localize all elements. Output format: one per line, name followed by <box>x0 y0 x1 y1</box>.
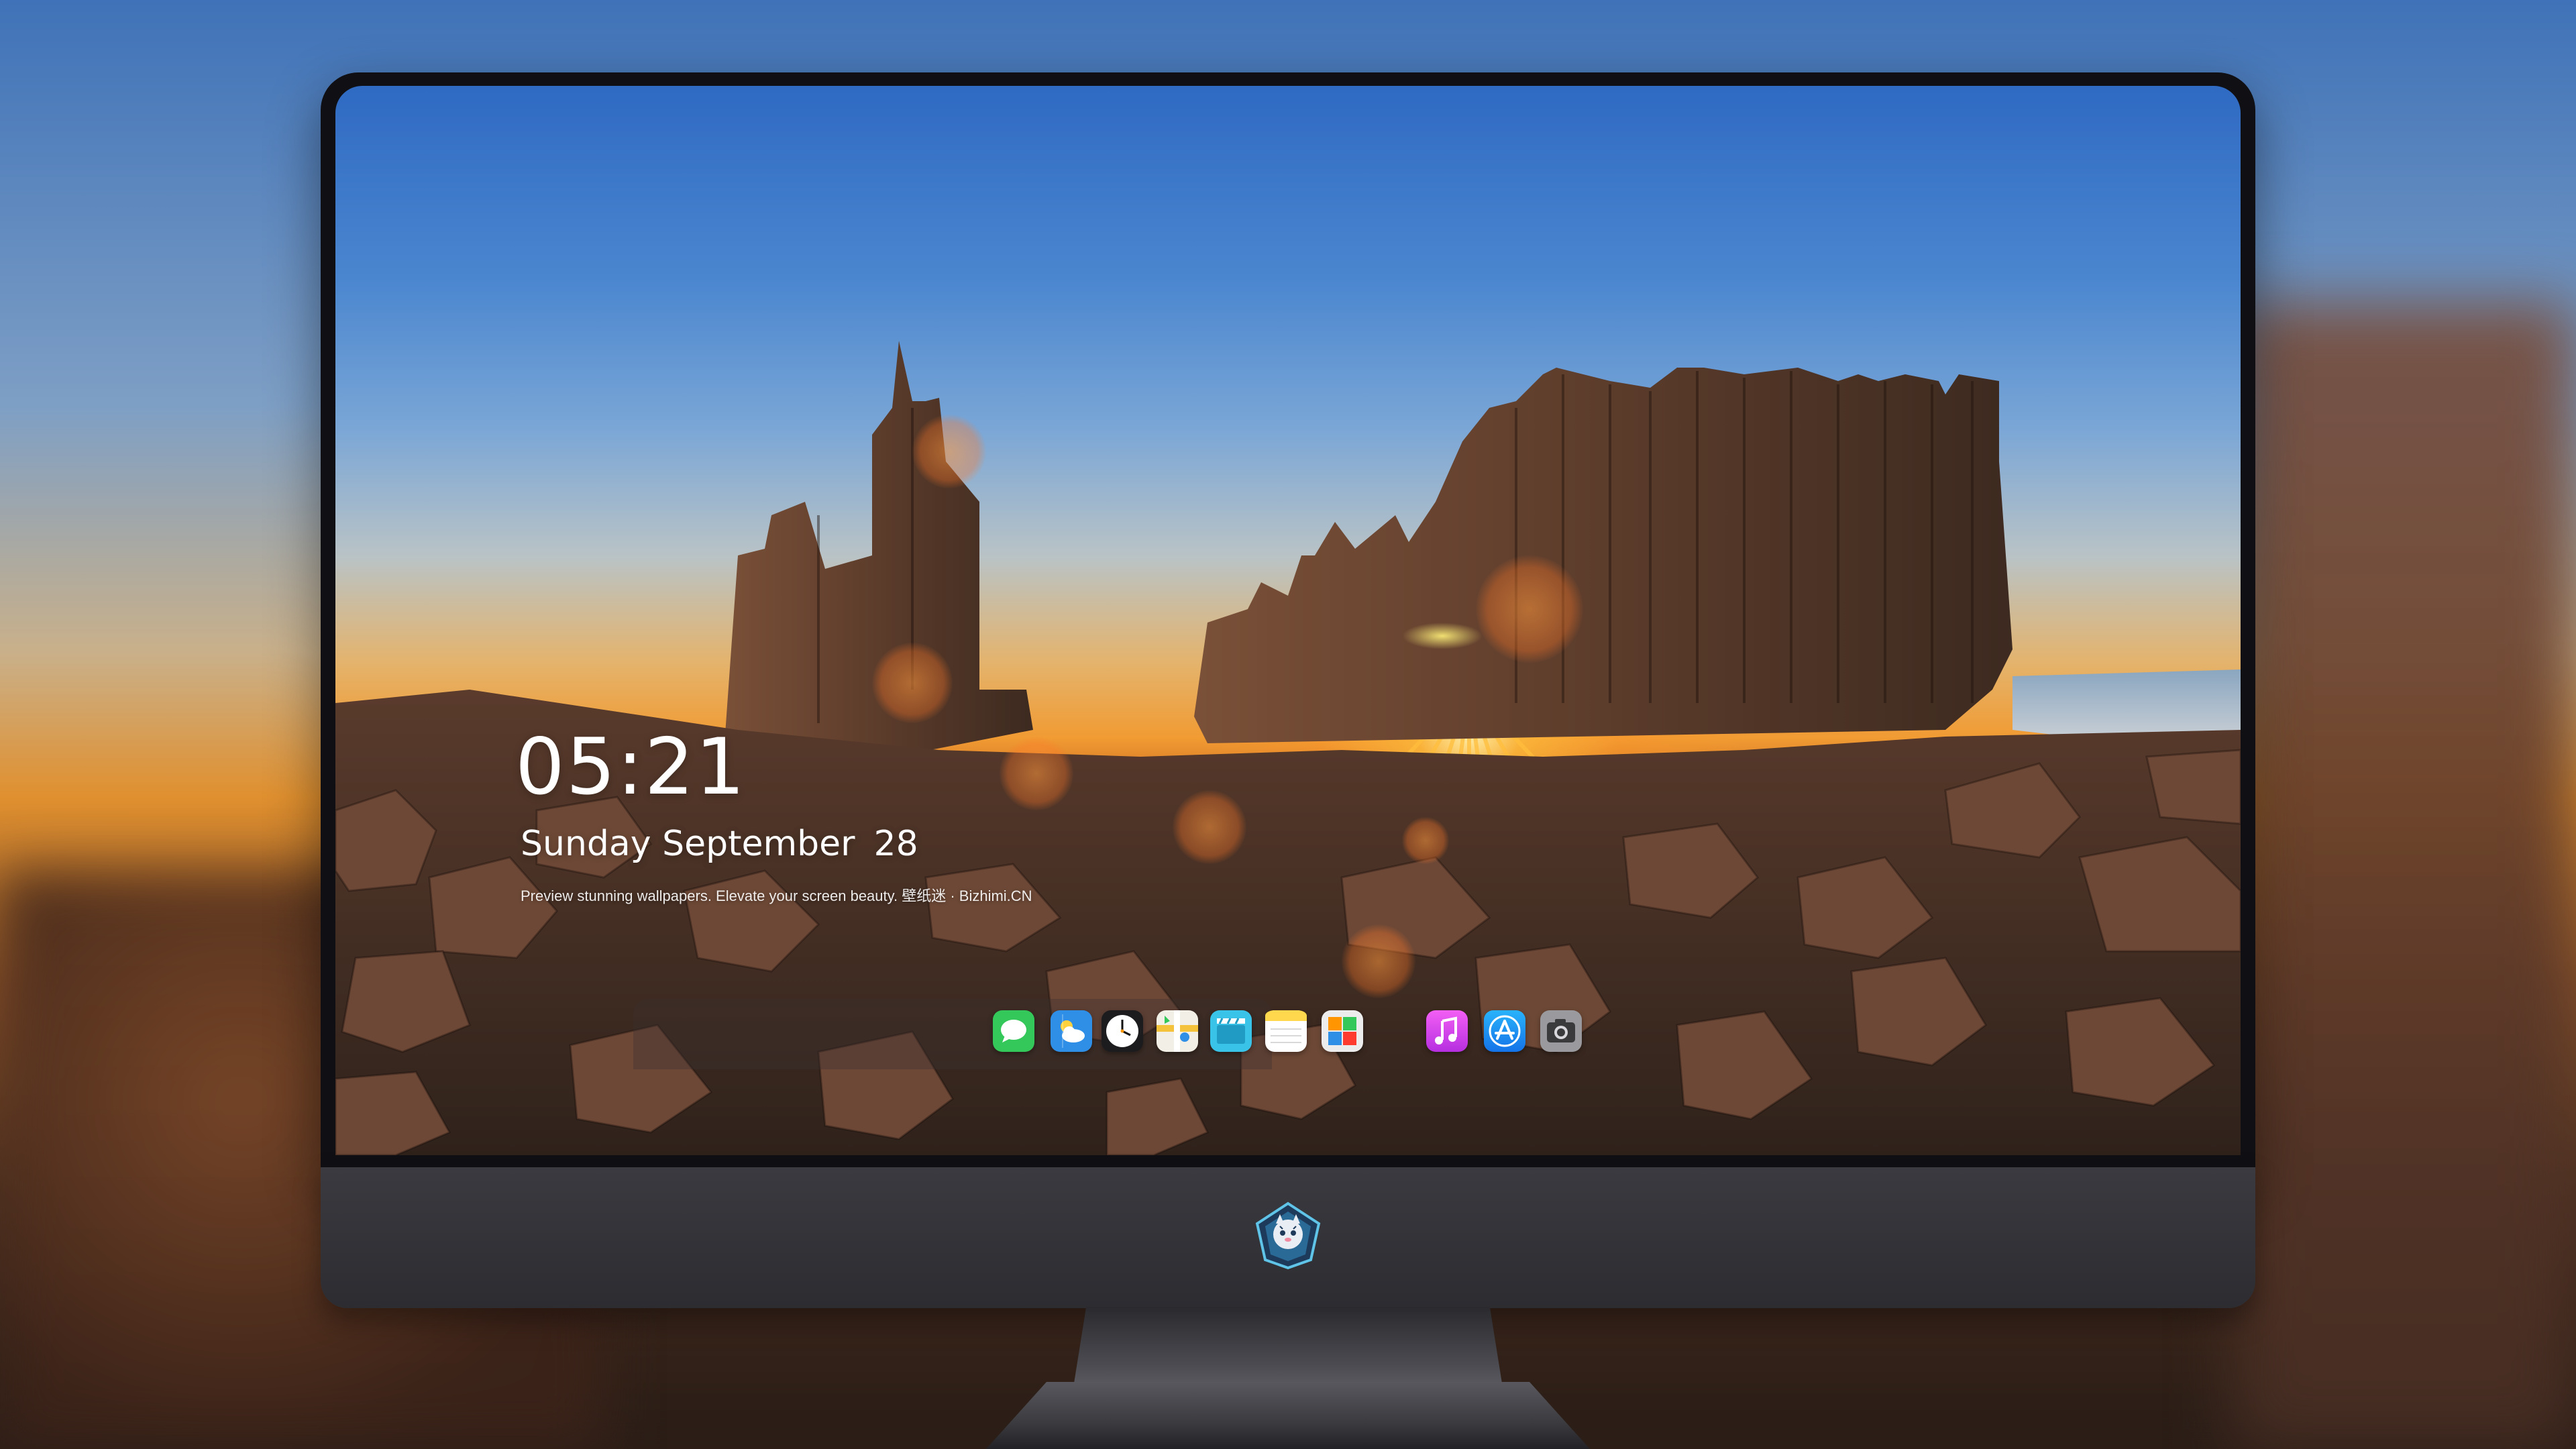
lens-flare <box>1402 817 1449 864</box>
clock-icon[interactable] <box>1102 1010 1143 1052</box>
lens-flare <box>912 415 986 488</box>
lens-flare <box>872 643 953 723</box>
maps-icon[interactable] <box>1157 1010 1198 1052</box>
camera-icon[interactable] <box>1540 1010 1582 1052</box>
music-icon[interactable] <box>1426 1010 1468 1052</box>
app-store-icon[interactable] <box>1484 1010 1525 1052</box>
monitor-screen: 05:21 Sunday September 28 Preview stunnin… <box>335 86 2241 1155</box>
lockscreen-date: Sunday September 28 <box>521 824 918 864</box>
date-day: 28 <box>873 824 918 864</box>
lens-flare <box>1173 790 1246 864</box>
rock-formations-scene <box>335 341 2241 1155</box>
monitor-stand-neck <box>1073 1307 1503 1387</box>
tiger-mascot-logo-icon <box>1255 1201 1321 1270</box>
weather-icon[interactable] <box>1051 1010 1092 1052</box>
date-weekday-month: Sunday September <box>521 824 855 864</box>
lens-flare <box>1342 924 1415 998</box>
lens-flare <box>1402 623 1483 649</box>
blurred-rock-pillar-right <box>2234 302 2576 1449</box>
photos-icon[interactable] <box>1322 1010 1363 1052</box>
lens-flare <box>1476 555 1583 663</box>
lockscreen-clock: 05:21 <box>515 722 747 812</box>
dock-separator <box>1062 1014 1063 1048</box>
messages-icon[interactable] <box>993 1010 1034 1052</box>
wallpaper-tagline: Preview stunning wallpapers. Elevate you… <box>521 888 1032 904</box>
notes-icon[interactable] <box>1265 1010 1307 1052</box>
clips-icon[interactable] <box>1210 1010 1252 1052</box>
lens-flare <box>1000 737 1073 810</box>
monitor-stand-base <box>986 1382 1590 1449</box>
desktop-background: 05:21 Sunday September 28 Preview stunnin… <box>0 0 2576 1449</box>
